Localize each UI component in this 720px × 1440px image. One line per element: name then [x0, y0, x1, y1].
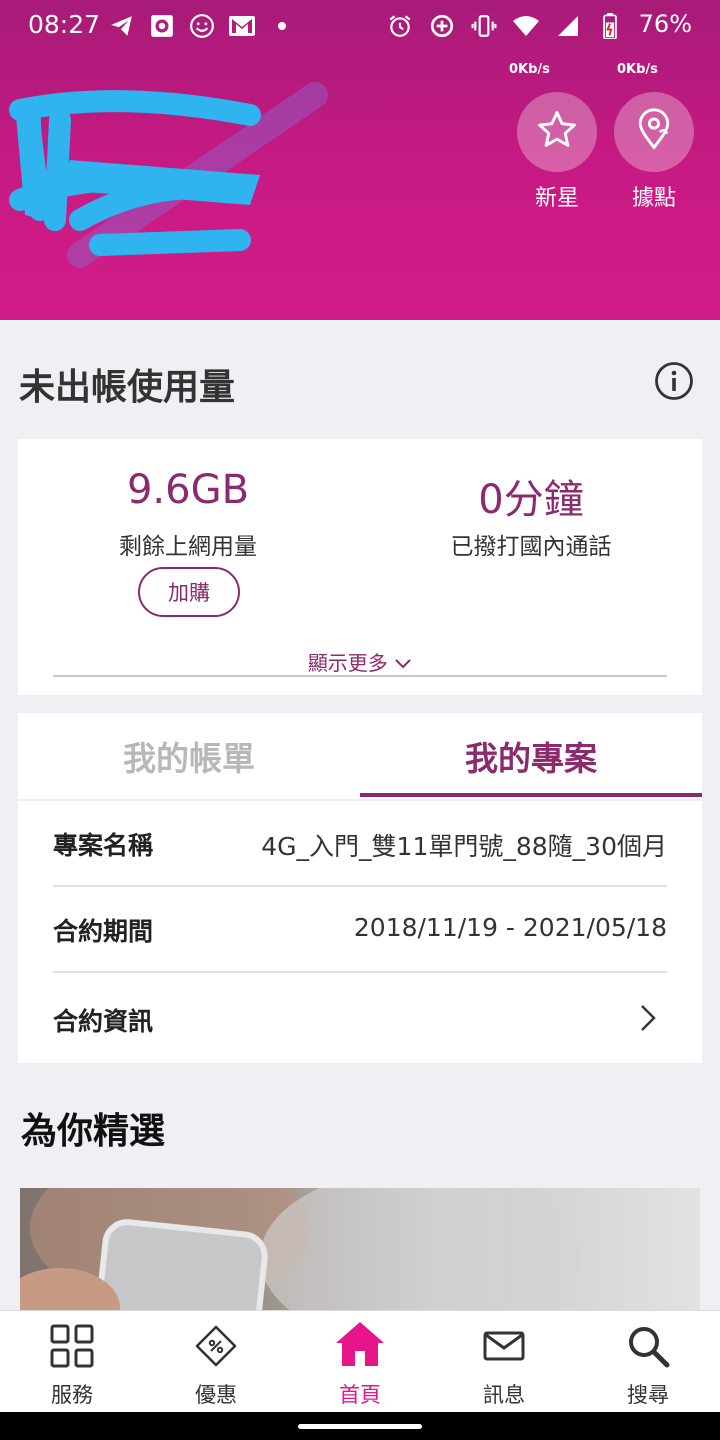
contract-info-row[interactable]: 合約資訊 [53, 973, 667, 1059]
tab-my-bill[interactable]: 我的帳單 [18, 713, 360, 799]
location-pin-icon [632, 108, 676, 156]
alarm-icon [386, 12, 414, 40]
header: 08:27 76% 0Kb/s 0Kb/s 新星 據點 [0, 0, 720, 320]
status-bar: 08:27 76% [0, 0, 720, 52]
status-time: 08:27 [28, 10, 101, 39]
for-you-title: 為你精選 [21, 1111, 166, 1152]
usage-title: 未出帳使用量 [19, 367, 236, 408]
star-icon [535, 108, 579, 156]
data-saver-icon [428, 12, 456, 40]
promo-photo [20, 1188, 700, 1318]
usage-card: 9.6GB 剩餘上網用量 加購 0分鐘 已撥打國內通話 顯示更多 [18, 439, 702, 695]
battery-icon [596, 12, 624, 40]
chevron-down-icon [394, 651, 412, 675]
net-speed-label-1: 0Kb/s [509, 62, 550, 77]
nav-offers[interactable]: 優惠 [144, 1311, 288, 1413]
mail-icon [481, 1323, 527, 1369]
plan-card: 專案名稱 4G_入門_雙11單門號_88隨_30個月 合約期間 2018/11/… [18, 801, 702, 1063]
location-button-label: 據點 [631, 186, 676, 211]
buy-data-button[interactable]: 加購 [138, 567, 240, 617]
call-minutes-value: 0分鐘 [478, 477, 584, 523]
nav-messages-label: 訊息 [483, 1383, 525, 1407]
system-gesture-bar [0, 1412, 720, 1440]
active-tab-indicator [360, 793, 702, 797]
nav-services[interactable]: 服務 [0, 1311, 144, 1413]
nav-search-label: 搜尋 [627, 1383, 669, 1407]
nav-search[interactable]: 搜尋 [576, 1311, 720, 1413]
home-gesture-handle[interactable] [298, 1424, 422, 1429]
search-icon [625, 1323, 671, 1369]
nav-offers-label: 優惠 [195, 1383, 237, 1407]
tab-my-plan[interactable]: 我的專案 [360, 713, 702, 799]
promo-banner-image[interactable] [20, 1188, 700, 1318]
plan-name-row: 專案名稱 4G_入門_雙11單門號_88隨_30個月 [53, 801, 667, 887]
camera-icon [148, 12, 176, 40]
plan-name-value: 4G_入門_雙11單門號_88隨_30個月 [261, 832, 667, 861]
vibrate-icon [470, 12, 498, 40]
plan-name-label: 專案名稱 [53, 831, 154, 860]
dot-icon [268, 12, 296, 40]
show-more-divider [53, 675, 667, 677]
show-more-link[interactable]: 顯示更多 [18, 647, 702, 676]
star-button-label: 新星 [534, 186, 579, 211]
telegram-icon [108, 12, 136, 40]
battery-percent: 76% [638, 10, 692, 38]
grid-icon [49, 1323, 95, 1369]
net-speed-label-2: 0Kb/s [617, 62, 658, 77]
nav-services-label: 服務 [51, 1383, 93, 1407]
data-remaining-value: 9.6GB [126, 467, 250, 513]
home-icon [334, 1319, 386, 1369]
data-remaining-caption: 剩餘上網用量 [119, 534, 257, 560]
tab-bar: 我的帳單 我的專案 [18, 713, 702, 799]
nav-messages[interactable]: 訊息 [432, 1311, 576, 1413]
smiley-icon [188, 12, 216, 40]
notification-icons [108, 12, 296, 40]
contract-period-label: 合約期間 [53, 917, 154, 946]
chevron-right-icon [639, 1003, 657, 1037]
wifi-icon [512, 12, 540, 40]
redacted-username [9, 82, 328, 268]
signal-icon [554, 12, 582, 40]
show-more-label: 顯示更多 [307, 651, 388, 675]
contract-info-label: 合約資訊 [53, 1007, 154, 1036]
bottom-navigation: 服務 優惠 首頁 訊息 搜尋 [0, 1310, 720, 1412]
coupon-icon [193, 1323, 239, 1369]
star-button[interactable] [517, 92, 597, 172]
contract-period-value: 2018/11/19 - 2021/05/18 [353, 913, 667, 942]
call-minutes-caption: 已撥打國內通話 [450, 534, 612, 560]
contract-period-row: 合約期間 2018/11/19 - 2021/05/18 [53, 887, 667, 973]
nav-home[interactable]: 首頁 [288, 1311, 432, 1413]
location-button[interactable] [614, 92, 694, 172]
gmail-icon [228, 12, 256, 40]
system-icons [386, 12, 624, 40]
nav-home-label: 首頁 [339, 1383, 381, 1407]
info-icon[interactable] [654, 361, 694, 401]
